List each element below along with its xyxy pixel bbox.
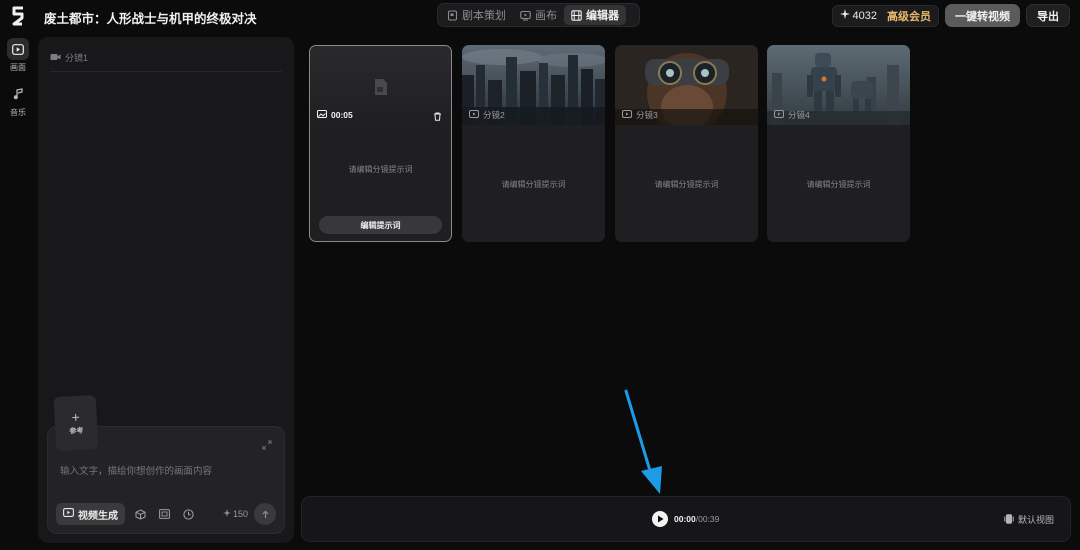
left-rail: 画面 音乐 [0, 38, 36, 128]
shot-label: 分镜3 [622, 109, 658, 121]
shot-header: 分镜1 [50, 51, 88, 64]
sparkle-icon [839, 9, 850, 22]
shot-hint: 请编辑分镜提示词 [348, 165, 413, 174]
rail-label: 画面 [10, 63, 26, 72]
shot-hint: 请编辑分镜提示词 [654, 180, 719, 189]
shot-name: 分镜4 [788, 110, 810, 120]
document-image-icon [372, 78, 390, 99]
export-button[interactable]: 导出 [1026, 4, 1070, 27]
credits-value: 4032 [852, 9, 877, 22]
clock-icon[interactable] [179, 505, 197, 523]
send-button[interactable] [254, 503, 276, 525]
tab-script[interactable]: 剧本策划 [440, 5, 513, 25]
generation-cost: 150 [222, 509, 248, 519]
expand-icon[interactable] [262, 439, 272, 453]
cube-icon[interactable] [131, 505, 149, 523]
edit-prompt-button[interactable]: 编辑提示词 [319, 216, 442, 234]
shot-name: 分镜2 [483, 110, 505, 120]
reference-label: 参考 [69, 427, 84, 436]
rail-item-music[interactable]: 音乐 [0, 83, 36, 118]
shot-card-4[interactable]: 分镜4 请编辑分镜提示词 [767, 45, 910, 242]
video-icon [774, 110, 784, 120]
shot-label: 分镜4 [774, 109, 810, 121]
image-icon [317, 110, 327, 120]
tab-canvas[interactable]: 画布 [513, 5, 564, 25]
membership-badge[interactable]: 高级会员 [887, 8, 931, 24]
view-tabs: 剧本策划 画布 编辑器 [437, 3, 640, 27]
tab-label: 画布 [535, 10, 557, 22]
cost-value: 150 [232, 509, 248, 519]
music-note-icon [7, 83, 29, 105]
divider [50, 71, 282, 72]
shot-label: 分镜2 [469, 109, 505, 121]
shot-hint: 请编辑分镜提示词 [501, 180, 566, 189]
convert-to-video-button[interactable]: 一键转视频 [945, 4, 1020, 27]
player-bar: 00:00/00:39 默认视图 [301, 496, 1071, 542]
canvas-icon [520, 10, 531, 21]
prompt-input[interactable]: 输入文字，描绘你想创作的画面内容 [60, 463, 212, 477]
shot-card-3[interactable]: 分镜3 请编辑分镜提示词 [615, 45, 758, 242]
view-label: 默认视图 [1017, 515, 1054, 525]
mode-label: 视频生成 [78, 510, 118, 522]
video-generate-mode-button[interactable]: 视频生成 [56, 503, 125, 525]
play-button[interactable] [652, 511, 668, 527]
shot-name: 分镜3 [636, 110, 658, 120]
video-icon [622, 110, 632, 120]
delete-icon[interactable] [433, 110, 442, 124]
shot-card-1[interactable]: 00:05 请编辑分镜提示词 编辑提示词 [309, 45, 452, 242]
shot-duration: 00:05 [317, 110, 353, 120]
prompt-toolbar: 视频生成 150 [56, 503, 276, 525]
view-icon [1004, 513, 1014, 526]
shot-card-2[interactable]: 分镜2 请编辑分镜提示词 [462, 45, 605, 242]
default-view-button[interactable]: 默认视图 [1004, 513, 1054, 526]
rail-label: 音乐 [10, 108, 26, 117]
video-mode-icon [63, 508, 74, 520]
tab-label: 剧本策划 [462, 10, 506, 22]
top-bar: 废土都市：人形战士与机甲的终极对决 剧本策划 画布 编辑器 4032 高级会员 … [0, 0, 1080, 32]
script-icon [447, 9, 458, 21]
rail-item-frames[interactable]: 画面 [0, 38, 36, 73]
duration-value: 00:05 [331, 110, 353, 120]
play-icon [657, 515, 663, 523]
total-time: /00:39 [695, 514, 720, 524]
current-time: 00:00 [674, 514, 696, 524]
project-title[interactable]: 废土都市：人形战士与机甲的终极对决 [44, 8, 257, 27]
playback-controls: 00:00/00:39 [652, 511, 719, 527]
sparkle-icon [222, 509, 231, 519]
tab-editor[interactable]: 编辑器 [564, 5, 626, 25]
add-reference-button[interactable]: + 参考 [53, 394, 99, 452]
aspect-ratio-icon[interactable] [155, 505, 173, 523]
timecode: 00:00/00:39 [674, 514, 719, 524]
credits-count: 4032 [839, 9, 877, 22]
plus-icon: + [71, 408, 81, 426]
shot-hint: 请编辑分镜提示词 [806, 180, 871, 189]
app-logo-icon[interactable] [8, 5, 28, 27]
film-editor-icon [571, 9, 582, 21]
credits-panel[interactable]: 4032 高级会员 [831, 4, 939, 27]
video-icon [469, 110, 479, 120]
camera-icon [50, 53, 61, 63]
shot-title: 分镜1 [65, 53, 89, 63]
tab-label: 编辑器 [586, 10, 619, 22]
video-frame-icon [7, 38, 29, 60]
